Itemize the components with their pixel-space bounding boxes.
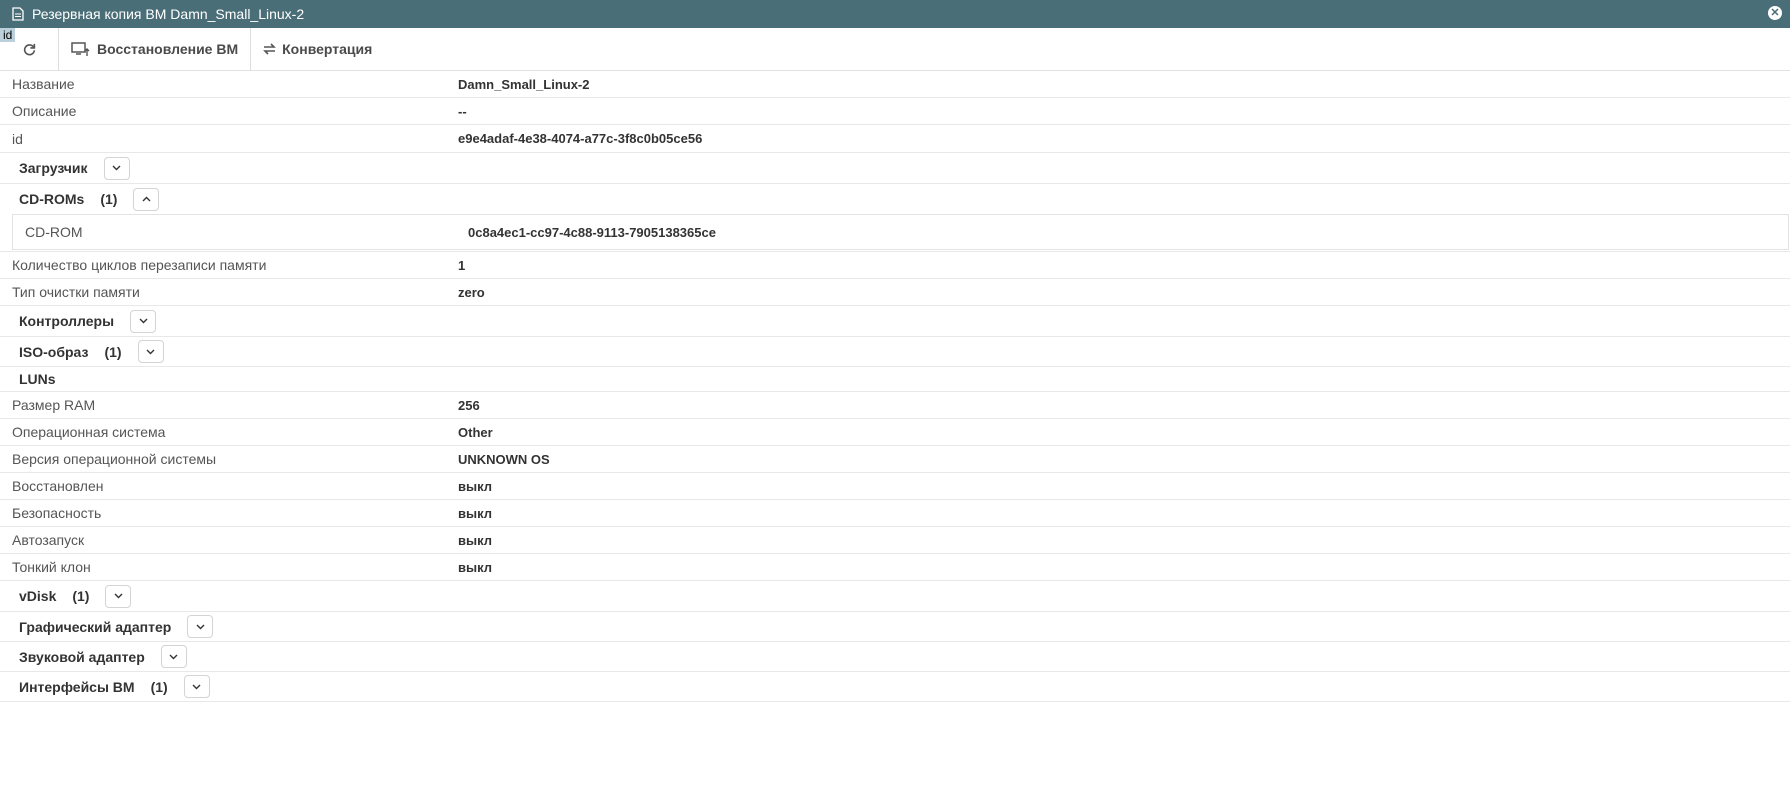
prop-row-autostart: Автозапуск выкл — [0, 527, 1790, 554]
section-count: (1) — [104, 343, 122, 360]
cdrom-label: CD-ROM — [25, 224, 83, 240]
section-count: (1) — [150, 678, 168, 695]
restore-vm-button[interactable]: Восстановление ВМ — [59, 27, 252, 71]
section-gpu: Графический адаптер — [0, 612, 1790, 642]
prop-value: выкл — [458, 505, 493, 521]
convert-label: Конвертация — [282, 41, 373, 57]
document-icon — [12, 7, 24, 21]
prop-row-thin-clone: Тонкий клон выкл — [0, 554, 1790, 581]
prop-value: Other — [458, 424, 493, 440]
monitor-upload-icon — [71, 42, 90, 56]
prop-value: UNKNOWN OS — [458, 451, 550, 467]
chevron-down-icon[interactable] — [183, 675, 210, 698]
prop-label: Тип очистки памяти — [12, 284, 140, 300]
prop-value: выкл — [458, 478, 493, 494]
chevron-up-icon[interactable] — [133, 187, 160, 211]
section-title: CD-ROMs — [19, 191, 85, 207]
section-nics: Интерфейсы ВМ (1) — [0, 672, 1790, 702]
prop-row-description: Описание -- — [0, 98, 1790, 125]
prop-row-os-version: Версия операционной системы UNKNOWN OS — [0, 446, 1790, 473]
prop-label: Восстановлен — [12, 478, 104, 494]
prop-label: id — [12, 130, 23, 147]
refresh-icon — [23, 43, 35, 55]
prop-row-ram: Размер RAM 256 — [0, 392, 1790, 419]
prop-label: Операционная система — [12, 424, 166, 440]
convert-icon — [263, 43, 277, 55]
section-luns: LUNs — [0, 367, 1790, 392]
section-title: Графический адаптер — [19, 618, 172, 635]
section-title: Интерфейсы ВМ — [19, 678, 135, 695]
section-title: Загрузчик — [19, 160, 88, 176]
prop-label: Версия операционной системы — [12, 451, 217, 467]
prop-value: -- — [458, 103, 467, 119]
prop-row-name: Название Damn_Small_Linux-2 — [0, 71, 1790, 98]
section-iso: ISO-образ (1) — [0, 337, 1790, 367]
section-controllers: Контроллеры — [0, 306, 1790, 337]
section-cdroms: CD-ROMs (1) — [0, 184, 1790, 214]
prop-label: Размер RAM — [12, 397, 96, 413]
prop-value: Damn_Small_Linux-2 — [458, 76, 590, 92]
window-title: Резервная копия ВМ Damn_Small_Linux-2 — [32, 6, 305, 22]
id-badge: id — [0, 28, 16, 42]
prop-value: zero — [458, 284, 485, 300]
section-count: (1) — [72, 588, 90, 604]
prop-value: 256 — [458, 397, 480, 413]
section-audio: Звуковой адаптер — [0, 642, 1790, 672]
prop-label: Количество циклов перезаписи памяти — [12, 257, 267, 273]
chevron-down-icon[interactable] — [160, 645, 187, 668]
section-count: (1) — [100, 191, 118, 207]
cdrom-id: 0c8a4ec1-cc97-4c88-9113-7905138365ce — [468, 224, 716, 240]
section-title: vDisk — [19, 588, 57, 604]
prop-row-os: Операционная система Other — [0, 419, 1790, 446]
prop-row-restored: Восстановлен выкл — [0, 473, 1790, 500]
prop-value: выкл — [458, 559, 493, 575]
prop-value: e9e4adaf-4e38-4074-a77c-3f8c0b05ce56 — [458, 131, 703, 146]
section-title: Звуковой адаптер — [19, 648, 145, 665]
list-item: CD-ROM 0c8a4ec1-cc97-4c88-9113-790513836… — [12, 214, 1789, 250]
prop-row-wipe-type: Тип очистки памяти zero — [0, 279, 1790, 306]
prop-row-security: Безопасность выкл — [0, 500, 1790, 527]
prop-label: Автозапуск — [12, 532, 85, 548]
chevron-down-icon[interactable] — [130, 309, 157, 333]
prop-label: Тонкий клон — [12, 559, 91, 575]
prop-label: Безопасность — [12, 505, 102, 521]
section-title: Контроллеры — [19, 313, 115, 329]
section-loader: Загрузчик — [0, 153, 1790, 184]
chevron-down-icon[interactable] — [137, 340, 164, 363]
prop-label: Название — [12, 76, 75, 92]
section-title: ISO-образ — [19, 343, 89, 360]
close-icon[interactable]: ✕ — [1768, 6, 1782, 20]
section-vdisk: vDisk (1) — [0, 581, 1790, 612]
section-title: LUNs — [19, 371, 56, 387]
convert-button[interactable]: Конвертация — [251, 28, 384, 71]
restore-vm-label: Восстановление ВМ — [97, 41, 239, 57]
prop-value: 1 — [458, 257, 466, 273]
chevron-down-icon[interactable] — [105, 584, 132, 608]
cdrom-list: CD-ROM 0c8a4ec1-cc97-4c88-9113-790513836… — [0, 214, 1790, 252]
toolbar: Восстановление ВМ Конвертация — [0, 27, 1790, 71]
prop-label: Описание — [12, 103, 77, 119]
prop-value: выкл — [458, 532, 493, 548]
prop-row-id: id e9e4adaf-4e38-4074-a77c-3f8c0b05ce56 — [0, 125, 1790, 153]
chevron-down-icon[interactable] — [187, 615, 214, 638]
prop-row-overwrite-cycles: Количество циклов перезаписи памяти 1 — [0, 252, 1790, 279]
chevron-down-icon[interactable] — [103, 156, 130, 180]
window-titlebar: Резервная копия ВМ Damn_Small_Linux-2 ✕ — [0, 0, 1790, 28]
